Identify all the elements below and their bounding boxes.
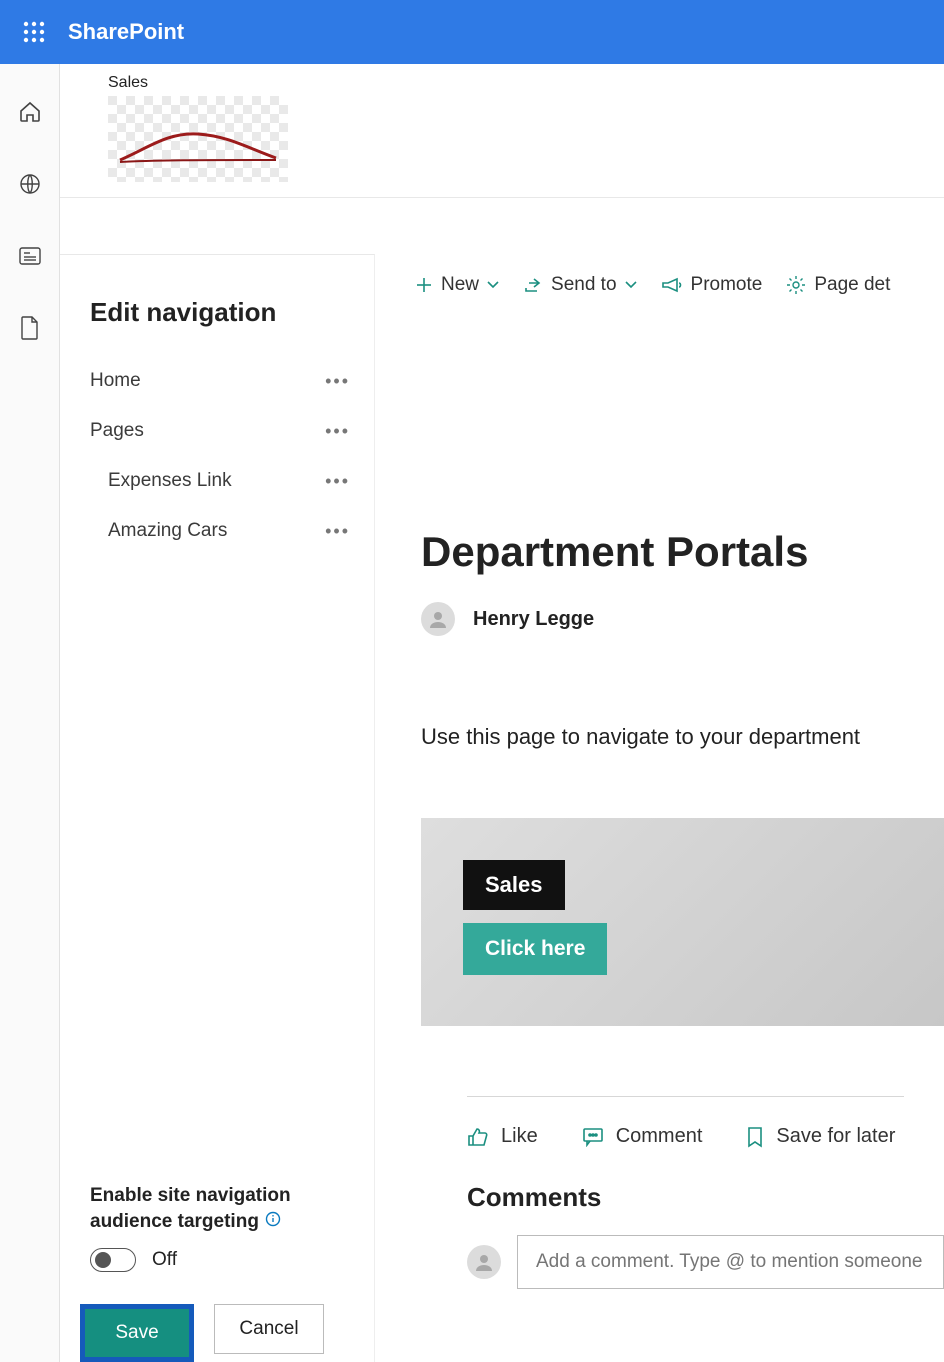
hero-tile[interactable]: Sales Click here [421,818,944,1026]
more-icon[interactable]: ••• [325,421,350,442]
audience-title-line1: Enable site navigation [90,1183,291,1210]
nav-button-row: Save Cancel [60,1286,374,1362]
more-icon[interactable]: ••• [325,471,350,492]
save-for-later-button[interactable]: Save for later [746,1125,895,1148]
bookmark-icon [746,1126,764,1148]
more-icon[interactable]: ••• [325,371,350,392]
globe-icon [18,172,42,196]
save-highlight: Save [80,1304,194,1362]
main-content: New Send to Promote Page det [375,254,944,1362]
news-icon [18,245,42,267]
cancel-button[interactable]: Cancel [214,1304,324,1354]
page-description: Use this page to navigate to your depart… [421,724,944,750]
nav-item-label: Home [90,370,141,392]
suite-brand[interactable]: SharePoint [68,19,184,45]
rail-news-button[interactable] [12,238,48,274]
comment-icon [582,1127,604,1147]
share-icon [523,276,543,294]
person-icon [473,1251,495,1273]
megaphone-icon [661,277,683,293]
app-launcher-button[interactable] [8,6,60,58]
left-icon-rail [0,64,60,1362]
site-logo[interactable] [108,96,288,182]
new-label: New [441,274,479,296]
gear-icon [786,275,806,295]
hero-label: Sales [463,860,565,910]
audience-title-line2: audience targeting [90,1209,259,1236]
avatar[interactable] [467,1245,501,1279]
command-bar: New Send to Promote Page det [375,254,944,316]
audience-toggle-label: Off [152,1249,177,1271]
suite-top-bar: SharePoint [0,0,944,64]
send-to-label: Send to [551,274,617,296]
comment-label: Comment [616,1125,703,1148]
more-icon[interactable]: ••• [325,521,350,542]
like-icon [467,1127,489,1147]
like-label: Like [501,1125,538,1148]
rail-file-button[interactable] [12,310,48,346]
author-name[interactable]: Henry Legge [473,608,594,631]
comments-heading: Comments [421,1148,944,1213]
hero-click-here-button[interactable]: Click here [463,923,607,975]
rail-globe-button[interactable] [12,166,48,202]
comment-input[interactable] [517,1235,944,1289]
page-details-button[interactable]: Page det [786,274,890,296]
waffle-icon [23,21,45,43]
comment-button[interactable]: Comment [582,1125,703,1148]
site-header: Sales [60,64,944,198]
page-canvas: Department Portals Henry Legge Use this … [375,506,944,1289]
page-details-label: Page det [814,274,890,296]
edit-navigation-heading: Edit navigation [60,255,374,356]
send-to-button[interactable]: Send to [523,274,637,296]
nav-item-label: Pages [90,420,144,442]
audience-toggle[interactable] [90,1248,136,1272]
nav-item-label: Amazing Cars [108,520,227,542]
page-author-row: Henry Legge [421,602,944,636]
person-icon [427,608,449,630]
nav-item-pages[interactable]: Pages ••• [60,406,374,456]
edit-navigation-panel: Edit navigation Home ••• Pages ••• Expen… [60,254,375,1362]
promote-label: Promote [691,274,763,296]
comment-input-row [421,1213,944,1289]
nav-item-expenses-link[interactable]: Expenses Link ••• [60,456,374,506]
plus-icon [415,276,433,294]
file-icon [19,315,41,341]
car-logo-icon [118,120,278,168]
chevron-down-icon [487,280,499,290]
nav-item-label: Expenses Link [108,470,232,492]
info-icon[interactable] [265,1209,281,1236]
save-for-later-label: Save for later [776,1125,895,1148]
audience-targeting-section: Enable site navigation audience targetin… [60,1183,374,1286]
nav-item-home[interactable]: Home ••• [60,356,374,406]
save-button[interactable]: Save [85,1309,189,1357]
rail-home-button[interactable] [12,94,48,130]
home-icon [18,100,42,124]
chevron-down-icon [625,280,637,290]
social-bar: Like Comment Save for later [421,1097,944,1148]
avatar[interactable] [421,602,455,636]
navigation-list: Home ••• Pages ••• Expenses Link ••• Ama… [60,356,374,556]
promote-button[interactable]: Promote [661,274,763,296]
nav-item-amazing-cars[interactable]: Amazing Cars ••• [60,506,374,556]
new-button[interactable]: New [415,274,499,296]
like-button[interactable]: Like [467,1125,538,1148]
site-name: Sales [108,74,944,92]
page-title-area: Department Portals Henry Legge Use this … [375,506,944,1289]
page-title: Department Portals [421,528,944,576]
